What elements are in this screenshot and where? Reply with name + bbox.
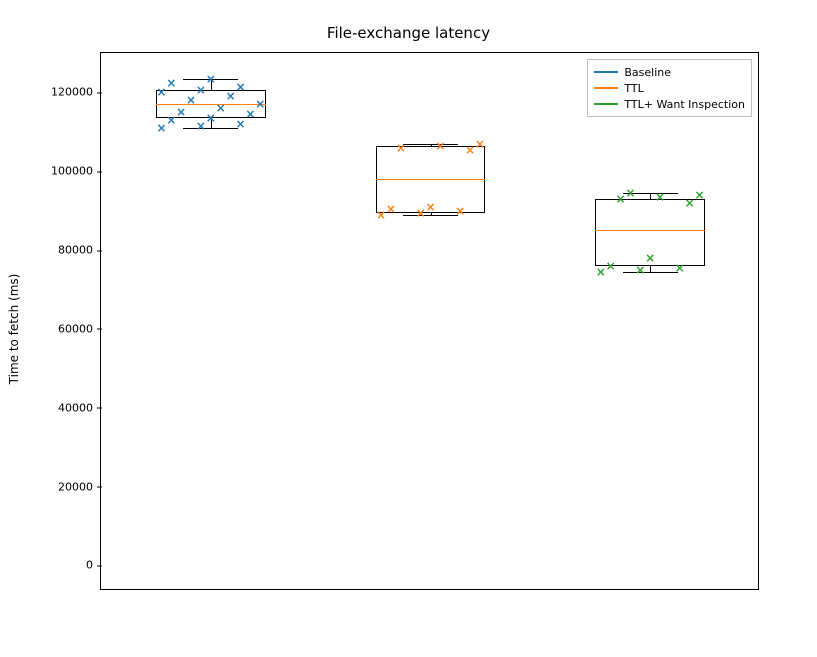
data-point: ×: [685, 197, 695, 209]
data-point: ×: [615, 193, 625, 205]
data-point: ×: [675, 262, 685, 274]
whisker-cap: [403, 144, 458, 145]
legend-item-baseline: Baseline: [594, 64, 745, 80]
whisker-cap: [403, 215, 458, 216]
data-point: ×: [655, 191, 665, 203]
data-point: ×: [166, 77, 176, 89]
data-point: ×: [695, 189, 705, 201]
data-point: ×: [226, 90, 236, 102]
data-point: ×: [245, 108, 255, 120]
legend-swatch-ttlw: [594, 103, 618, 105]
data-point: ×: [645, 252, 655, 264]
data-point: ×: [396, 142, 406, 154]
whisker-cap: [183, 128, 238, 129]
legend-label: Baseline: [624, 66, 671, 79]
data-point: ×: [255, 98, 265, 110]
y-tick: 100000: [51, 165, 101, 178]
data-point: ×: [455, 205, 465, 217]
y-tick: 40000: [58, 401, 101, 414]
legend-item-ttlw: TTL+ Want Inspection: [594, 96, 745, 112]
data-point: ×: [166, 114, 176, 126]
data-point: ×: [465, 144, 475, 156]
data-point: ×: [206, 112, 216, 124]
data-point: ×: [156, 86, 166, 98]
data-point: ×: [196, 84, 206, 96]
median-line: [156, 104, 266, 105]
data-point: ×: [475, 138, 485, 150]
y-tick: 60000: [58, 322, 101, 335]
y-tick: 80000: [58, 244, 101, 257]
data-point: ×: [376, 209, 386, 221]
median-line: [595, 230, 705, 231]
y-tick: 0: [86, 559, 101, 572]
data-point: ×: [216, 102, 226, 114]
data-point: ×: [235, 118, 245, 130]
data-point: ×: [625, 187, 635, 199]
y-tick: 120000: [51, 86, 101, 99]
data-point: ×: [176, 106, 186, 118]
data-point: ×: [186, 94, 196, 106]
data-point: ×: [435, 140, 445, 152]
data-point: ×: [596, 266, 606, 278]
data-point: ×: [425, 201, 435, 213]
data-point: ×: [635, 264, 645, 276]
data-point: ×: [386, 203, 396, 215]
y-tick: 20000: [58, 480, 101, 493]
data-point: ×: [235, 81, 245, 93]
chart-title: File-exchange latency: [0, 24, 817, 42]
y-axis-label: Time to fetch (ms): [7, 273, 21, 384]
data-point: ×: [156, 122, 166, 134]
median-line: [376, 179, 486, 180]
plot-area: Baseline TTL TTL+ Want Inspection 020000…: [100, 52, 759, 590]
legend-swatch-baseline: [594, 71, 618, 73]
whisker-cap: [623, 272, 678, 273]
legend-label: TTL: [624, 82, 643, 95]
data-point: ×: [416, 207, 426, 219]
figure: File-exchange latency Time to fetch (ms)…: [0, 0, 817, 657]
legend-item-ttl: TTL: [594, 80, 745, 96]
data-point: ×: [606, 260, 616, 272]
data-point: ×: [206, 73, 216, 85]
legend-swatch-ttl: [594, 87, 618, 89]
legend-label: TTL+ Want Inspection: [624, 98, 745, 111]
data-point: ×: [196, 120, 206, 132]
legend: Baseline TTL TTL+ Want Inspection: [587, 59, 752, 117]
